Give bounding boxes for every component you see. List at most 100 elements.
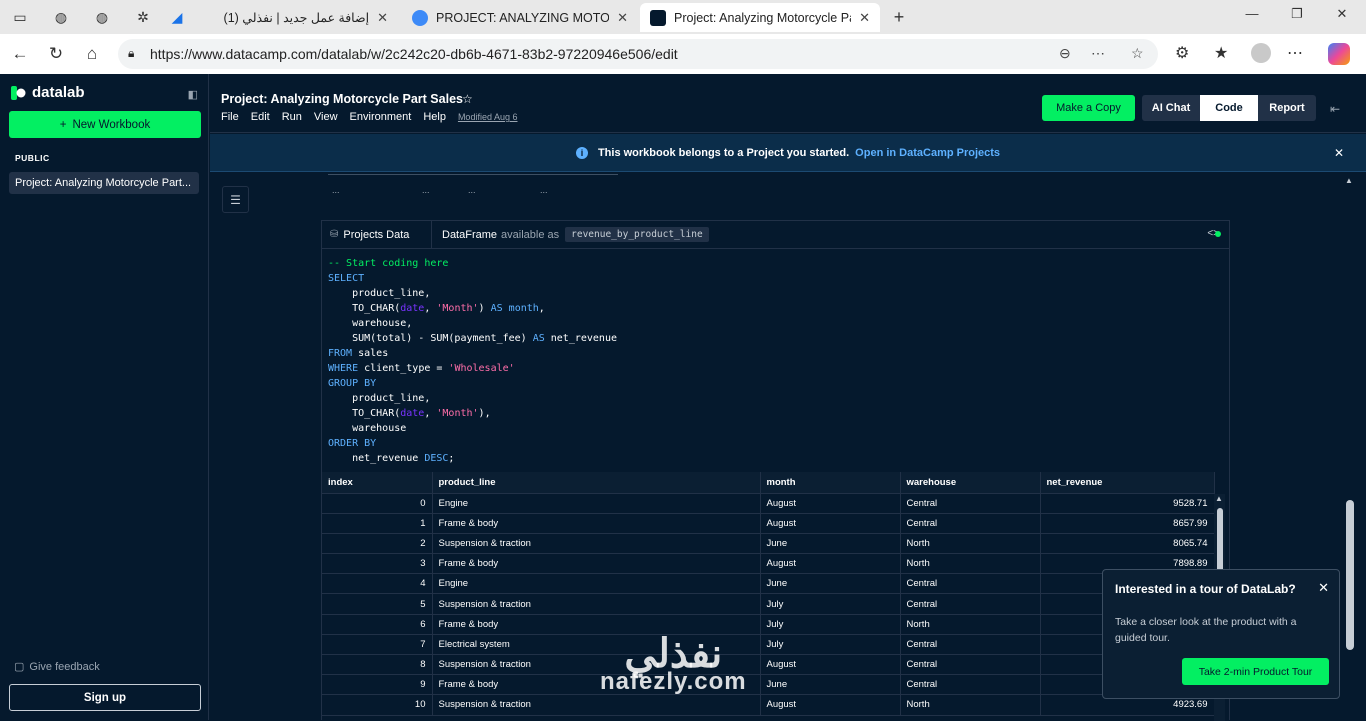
collapse-panel-icon[interactable]: ⇤ [1330, 102, 1340, 116]
table-row[interactable]: 9 Frame & body June Central [322, 674, 1215, 696]
page-title[interactable]: Project: Analyzing Motorcycle Part Sales [221, 92, 463, 106]
product-tour-button[interactable]: Take 2-min Product Tour [1182, 658, 1329, 685]
minimize-icon[interactable]: — [1237, 6, 1267, 21]
more-menu-icon[interactable]: ⋯ [1287, 43, 1303, 63]
new-workbook-button[interactable]: + New Workbook [9, 111, 201, 138]
scroll-thumb[interactable] [1346, 500, 1354, 650]
feedback-label: Give feedback [29, 661, 100, 673]
browser-tab-active[interactable]: Project: Analyzing Motorcycle Par ✕ [640, 3, 880, 32]
table-cell: Engine [432, 573, 761, 595]
menu-bar: File Edit Run View Environment Help Modi… [221, 111, 517, 123]
reload-icon[interactable]: ↻ [45, 43, 67, 65]
table-cell: Frame & body [432, 553, 761, 575]
profile-avatar[interactable] [1251, 43, 1271, 63]
browser-tab[interactable]: (1) إضافة عمل جديد | نفذلي ✕ [198, 3, 398, 32]
table-cell: 1 [322, 513, 433, 534]
chatgpt-icon[interactable]: ✲ [132, 6, 154, 28]
zoom-icon[interactable]: ⊖ [1059, 45, 1071, 62]
scroll-up-icon[interactable]: ▲ [1345, 176, 1353, 185]
column-header[interactable]: warehouse [900, 472, 1041, 494]
table-cell: North [900, 553, 1041, 575]
column-header[interactable]: month [760, 472, 901, 494]
star-icon[interactable]: ☆ [462, 92, 473, 106]
read-aloud-icon[interactable]: ⋯ [1091, 45, 1105, 62]
globe-icon[interactable]: ◍ [50, 6, 72, 28]
tab-report[interactable]: Report [1258, 95, 1316, 121]
browser-chrome: ▭ ◍ ◍ ✲ ◢ (1) إضافة عمل جديد | نفذلي ✕ P… [0, 0, 1366, 74]
column-header[interactable]: product_line [432, 472, 761, 494]
open-projects-link[interactable]: Open in DataCamp Projects [855, 147, 1000, 159]
globe-icon[interactable]: ◍ [91, 6, 113, 28]
menu-environment[interactable]: Environment [350, 111, 412, 123]
url-field[interactable]: 🔒︎ https://www.datacamp.com/datalab/w/2c… [118, 39, 1158, 69]
dataframe-variable-name[interactable]: revenue_by_product_line [565, 227, 709, 242]
sql-cell[interactable]: ⛁ Projects Data DataFrame available as r… [321, 220, 1230, 721]
sidebar-item-workbook[interactable]: Project: Analyzing Motorcycle Part... [9, 172, 199, 194]
table-row[interactable]: 3 Frame & body August North 7898.89 [322, 553, 1215, 575]
close-icon[interactable]: ✕ [1318, 580, 1329, 596]
table-row[interactable]: 4 Engine June Central [322, 573, 1215, 595]
ellipsis-cell: ... [332, 185, 340, 195]
menu-run[interactable]: Run [282, 111, 302, 123]
plus-icon: + [59, 118, 67, 131]
table-row[interactable]: 5 Suspension & traction July Central [322, 593, 1215, 615]
favorite-star-icon[interactable]: ☆ [1131, 45, 1144, 62]
make-copy-button[interactable]: Make a Copy [1042, 95, 1135, 121]
table-cell: 0 [322, 493, 433, 514]
table-row[interactable]: 8 Suspension & traction August Central [322, 654, 1215, 676]
menu-edit[interactable]: Edit [251, 111, 270, 123]
close-icon[interactable]: ✕ [377, 10, 388, 26]
data-source-selector[interactable]: ⛁ Projects Data [322, 221, 432, 248]
table-cell: 6 [322, 614, 433, 635]
column-header[interactable]: index [322, 472, 433, 494]
close-icon[interactable]: ✕ [859, 10, 870, 26]
home-icon[interactable]: ⌂ [81, 43, 103, 65]
table-cell: Suspension & traction [432, 694, 761, 716]
menu-file[interactable]: File [221, 111, 239, 123]
close-icon[interactable]: ✕ [617, 10, 628, 26]
extensions-icon[interactable]: ⚙ [1175, 43, 1189, 63]
give-feedback-link[interactable]: ▢ Give feedback [14, 660, 100, 673]
table-row[interactable]: 0 Engine August Central 9528.71 [322, 493, 1215, 514]
table-of-contents-icon[interactable]: ☰ [222, 186, 249, 213]
back-icon[interactable]: ← [9, 43, 31, 65]
close-icon[interactable]: ✕ [1334, 146, 1344, 160]
logo-text: datalab [32, 84, 85, 101]
watermark-latin: nafezly.com [600, 668, 747, 695]
table-row[interactable]: 1 Frame & body August Central 8657.99 [322, 513, 1215, 534]
table-row[interactable]: 6 Frame & body July North [322, 614, 1215, 635]
favorites-icon[interactable]: ★ [1214, 43, 1228, 63]
maximize-icon[interactable]: ❐ [1282, 6, 1312, 22]
lock-icon[interactable]: 🔒︎ [128, 46, 134, 61]
table-cell: Central [900, 573, 1041, 595]
table-row[interactable]: 7 Electrical system July Central [322, 634, 1215, 656]
new-tab-icon[interactable]: + [888, 6, 910, 28]
close-window-icon[interactable]: ✕ [1327, 6, 1357, 22]
table-cell: 4 [322, 573, 433, 595]
tab-code[interactable]: Code [1200, 95, 1258, 121]
info-icon: i [575, 146, 588, 159]
tab-actions-icon[interactable]: ▭ [9, 6, 31, 28]
table-row[interactable]: 2 Suspension & traction June North 8065.74 [322, 533, 1215, 555]
menu-view[interactable]: View [314, 111, 338, 123]
sql-code-editor[interactable]: -- Start coding here SELECT product_line… [322, 250, 1229, 472]
copilot-icon[interactable] [1328, 43, 1350, 65]
table-cell: 8657.99 [1040, 513, 1215, 534]
menu-help[interactable]: Help [423, 111, 446, 123]
sign-up-button[interactable]: Sign up [9, 684, 201, 711]
column-header[interactable]: net_revenue [1040, 472, 1215, 494]
page-scrollbar[interactable]: ▲ [1344, 174, 1356, 720]
table-cell: Central [900, 654, 1041, 676]
browser-tab[interactable]: PROJECT: ANALYZING MOTORCYCLE ✕ [402, 3, 638, 32]
scroll-up-icon[interactable]: ▲ [1215, 494, 1223, 503]
nafezly-watermark: نفذلي nafezly.com [600, 632, 747, 696]
app-favicon-icon[interactable]: ◢ [166, 6, 188, 28]
tab-title: PROJECT: ANALYZING MOTORCYCLE [436, 10, 610, 25]
modified-date[interactable]: Modified Aug 6 [458, 112, 518, 122]
tab-ai-chat[interactable]: AI Chat [1142, 95, 1200, 121]
table-cell: 7 [322, 634, 433, 656]
collapse-sidebar-icon[interactable]: ◧ [188, 88, 198, 101]
datalab-logo[interactable]: datalab [10, 84, 85, 101]
table-row[interactable]: 10 Suspension & traction August North 4923.6… [322, 694, 1215, 716]
table-cell: July [760, 593, 901, 615]
